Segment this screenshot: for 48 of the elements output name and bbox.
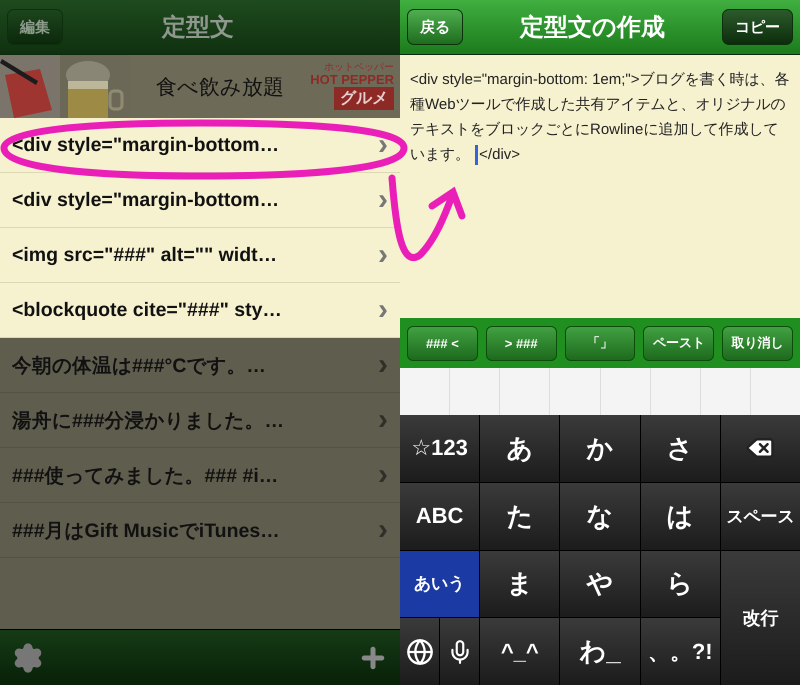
globe-icon bbox=[406, 638, 434, 666]
globe-key[interactable] bbox=[400, 618, 440, 685]
candidate-slot[interactable] bbox=[600, 368, 650, 415]
candidate-slot[interactable] bbox=[500, 368, 550, 415]
text-cursor bbox=[475, 145, 478, 166]
brand-name: HOT PEPPER bbox=[310, 72, 394, 88]
ad-headline: 食べ飲み放題 bbox=[155, 74, 286, 100]
screen-title: 定型文の作成 bbox=[520, 13, 665, 43]
keyboard-key[interactable]: ^_^ bbox=[480, 618, 560, 685]
brand-label: グルメ bbox=[334, 87, 394, 110]
screen-title: 定型文 bbox=[162, 13, 234, 43]
back-button[interactable]: 戻る bbox=[407, 9, 463, 45]
candidate-slot[interactable] bbox=[700, 368, 750, 415]
toolbar-button[interactable]: > ### bbox=[486, 326, 557, 360]
toolbar-button[interactable]: 取り消し bbox=[722, 326, 793, 360]
keyboard-key[interactable]: や bbox=[560, 550, 640, 618]
keyboard-key[interactable]: あいう bbox=[400, 550, 480, 618]
keyboard-key[interactable]: は bbox=[640, 482, 720, 550]
keyboard-key[interactable]: か bbox=[560, 415, 640, 482]
delete-key[interactable] bbox=[720, 415, 800, 482]
return-key[interactable]: 改行 bbox=[720, 550, 800, 685]
keyboard-key[interactable]: スペース bbox=[720, 482, 800, 550]
toolbar-button[interactable]: 「」 bbox=[564, 326, 636, 360]
toolbar-button[interactable]: ペースト bbox=[643, 326, 714, 360]
template-row[interactable]: <div style="margin-bottom… › bbox=[0, 173, 400, 228]
keyboard-key[interactable]: な bbox=[560, 482, 640, 550]
toolbar-button[interactable]: ### < bbox=[407, 326, 478, 360]
keyboard-key[interactable]: ま bbox=[480, 550, 560, 618]
candidate-slot[interactable] bbox=[650, 368, 700, 415]
brand-kana: ホットペッパー bbox=[324, 62, 394, 73]
keyboard-key[interactable]: ☆123 bbox=[400, 415, 480, 482]
edit-button[interactable]: 編集 bbox=[7, 9, 63, 45]
keyboard-key[interactable]: ら bbox=[640, 550, 720, 618]
keyboard-key[interactable]: ABC bbox=[400, 482, 480, 550]
keyboard-key[interactable]: わ_ bbox=[560, 618, 640, 685]
microphone-key[interactable] bbox=[440, 618, 480, 685]
keyboard-key[interactable]: あ bbox=[480, 415, 560, 482]
copy-button[interactable]: コピー bbox=[722, 9, 793, 45]
keyboard-key[interactable]: 、。?! bbox=[640, 618, 720, 685]
keyboard-key[interactable]: た bbox=[480, 482, 560, 550]
candidate-slot[interactable] bbox=[550, 368, 600, 415]
template-row[interactable]: <blockquote cite="###" sty… › bbox=[0, 283, 400, 338]
candidate-slot[interactable] bbox=[750, 368, 800, 415]
candidate-slot[interactable] bbox=[400, 368, 450, 415]
template-row[interactable]: <img src="###" alt="" widt… › bbox=[0, 228, 400, 283]
keyboard-key[interactable]: さ bbox=[640, 415, 720, 482]
candidate-slot[interactable] bbox=[450, 368, 500, 415]
ad-banner[interactable]: 食べ飲み放題 ホットペッパー HOT PEPPER グルメ bbox=[0, 55, 400, 118]
